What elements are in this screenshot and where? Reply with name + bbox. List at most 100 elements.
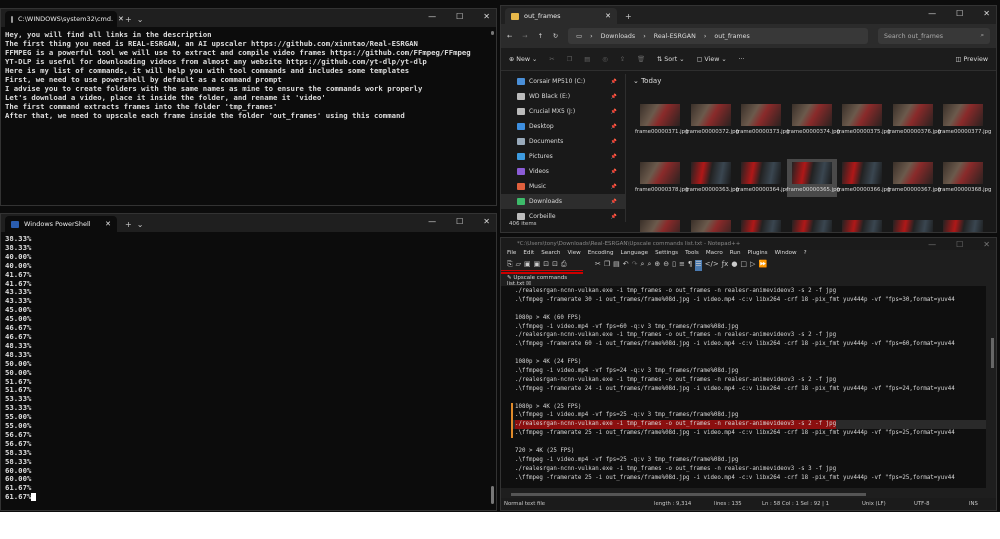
file-item[interactable]: frame00000376.jpg xyxy=(888,104,941,136)
sidebar-item[interactable]: Crucial MX5 (J:) 📌 xyxy=(501,104,625,119)
sidebar-item[interactable]: Documents 📌 xyxy=(501,134,625,149)
delete-icon[interactable]: 🗑 xyxy=(637,55,645,63)
close-button[interactable]: ✕ xyxy=(483,217,490,226)
close-icon[interactable]: ⊡ xyxy=(543,260,549,270)
menu-item[interactable]: Macro xyxy=(706,250,723,260)
forward-icon[interactable]: → xyxy=(522,33,527,40)
function-icon[interactable]: ƒx xyxy=(722,260,729,271)
back-icon[interactable]: ← xyxy=(507,33,512,40)
pin-icon[interactable]: 📌 xyxy=(611,94,617,100)
sidebar-item[interactable]: Downloads 📌 xyxy=(501,194,625,209)
cut-icon[interactable]: ✂ xyxy=(549,56,554,63)
pin-icon[interactable]: 📌 xyxy=(611,199,617,205)
save-all-icon[interactable]: ▣ xyxy=(534,260,541,270)
search-input[interactable]: Search out_frames ⌕ xyxy=(878,28,990,44)
pin-icon[interactable]: 📌 xyxy=(611,154,617,160)
play-multiple-icon[interactable]: ⏩ xyxy=(758,260,767,271)
sidebar-item[interactable]: WD Black (E:) 📌 xyxy=(501,89,625,104)
file-item[interactable]: frame00000365.jpg xyxy=(786,159,840,197)
close-button[interactable]: ✕ xyxy=(983,9,990,18)
pin-icon[interactable]: 📌 xyxy=(611,124,617,130)
menu-item[interactable]: Run xyxy=(730,250,741,260)
close-all-icon[interactable]: ⊡ xyxy=(552,260,558,270)
minimize-button[interactable]: — xyxy=(928,240,936,249)
minimize-button[interactable]: — xyxy=(428,12,436,21)
rename-icon[interactable]: ◎ xyxy=(602,56,608,63)
file-item[interactable]: frame00000372.jpg xyxy=(686,104,739,136)
file-item[interactable]: frame00000368.jpg xyxy=(938,162,991,194)
ps-tab[interactable]: Windows PowerShell ✕ xyxy=(5,216,117,232)
paste-icon[interactable]: ▤ xyxy=(613,260,620,271)
menu-item[interactable]: ? xyxy=(804,250,807,260)
menu-item[interactable]: Language xyxy=(621,250,649,260)
maximize-button[interactable]: ☐ xyxy=(956,240,963,249)
close-button[interactable]: ✕ xyxy=(983,240,990,249)
paste-icon[interactable]: ▤ xyxy=(584,56,590,63)
close-button[interactable]: ✕ xyxy=(483,12,490,21)
file-item[interactable]: frame00000371.jpg xyxy=(635,104,688,136)
file-item[interactable]: frame00000364.jpg xyxy=(736,162,789,194)
file-item[interactable]: frame00000378.jpg xyxy=(635,162,688,194)
menu-item[interactable]: Settings xyxy=(655,250,678,260)
editor[interactable]: ./realesrgan-ncnn-vulkan.exe -i tmp_fram… xyxy=(501,286,986,488)
stop-icon[interactable]: □ xyxy=(740,260,747,271)
menu-item[interactable]: Encoding xyxy=(588,250,614,260)
refresh-icon[interactable]: ↻ xyxy=(553,33,558,40)
group-header[interactable]: ⌄ Today xyxy=(629,74,988,88)
pin-icon[interactable]: 📌 xyxy=(611,169,617,175)
maximize-button[interactable]: ☐ xyxy=(456,12,463,21)
sidebar-item[interactable]: Desktop 📌 xyxy=(501,119,625,134)
new-tab-button[interactable]: + ⌄ xyxy=(125,220,144,229)
copy-icon[interactable]: ❐ xyxy=(567,56,573,63)
new-tab-button[interactable]: + ⌄ xyxy=(125,15,144,24)
menu-item[interactable]: View xyxy=(567,250,580,260)
find-icon[interactable]: ⌕ xyxy=(641,260,645,271)
menu-item[interactable]: Tools xyxy=(685,250,699,260)
file-item[interactable]: frame00000373.jpg xyxy=(736,104,789,136)
file-item[interactable]: frame00000377.jpg xyxy=(938,104,991,136)
minimize-button[interactable]: — xyxy=(928,9,936,18)
breadcrumb-item[interactable]: Real-ESRGAN xyxy=(654,33,696,40)
menu-item[interactable]: Plugins xyxy=(748,250,768,260)
replace-icon[interactable]: ⌕ xyxy=(647,260,651,271)
share-icon[interactable]: ⇪ xyxy=(620,56,625,63)
scrollbar[interactable] xyxy=(491,486,494,504)
close-tab-icon[interactable]: ✕ xyxy=(105,220,111,228)
play-icon[interactable]: ▷ xyxy=(750,260,755,271)
breadcrumb-item[interactable]: Downloads xyxy=(601,33,636,40)
file-item[interactable]: frame00000367.jpg xyxy=(888,162,941,194)
pin-icon[interactable]: 📌 xyxy=(611,109,617,115)
powershell-output[interactable]: 38.33% 38.33% 40.00% 40.00% 41.67% 41.67% 43.3… xyxy=(1,232,496,505)
sidebar-item[interactable]: Videos 📌 xyxy=(501,164,625,179)
pin-icon[interactable]: 📌 xyxy=(611,139,617,145)
copy-icon[interactable]: ❐ xyxy=(604,260,610,271)
open-icon[interactable]: ▱ xyxy=(516,260,521,270)
wrap-icon[interactable]: ≡ xyxy=(679,260,685,271)
sidebar-item[interactable]: Music 📌 xyxy=(501,179,625,194)
cmd-tab[interactable]: C:\WINDOWS\system32\cmd. ✕ xyxy=(5,11,124,27)
new-file-icon[interactable]: ⎘ xyxy=(507,260,513,270)
explorer-tab[interactable]: out_frames ✕ xyxy=(505,8,617,24)
zoom-in-icon[interactable]: ⊕ xyxy=(654,260,660,271)
cmd-output[interactable]: Hey, you will find all links in the desc… xyxy=(1,27,496,123)
print-icon[interactable]: ⎙ xyxy=(561,260,567,270)
menu-item[interactable]: Window xyxy=(775,250,797,260)
breadcrumb[interactable]: ▭ › Downloads › Real-ESRGAN › out_frames xyxy=(568,28,868,44)
sidebar-item[interactable]: Pictures 📌 xyxy=(501,149,625,164)
horizontal-scrollbar[interactable] xyxy=(511,493,866,496)
zoom-out-icon[interactable]: ⊖ xyxy=(663,260,669,271)
file-item[interactable]: frame00000374.jpg xyxy=(787,104,840,136)
pin-icon[interactable]: 📌 xyxy=(611,79,617,85)
maximize-button[interactable]: ☐ xyxy=(956,9,963,18)
scrollbar[interactable] xyxy=(491,31,494,35)
undo-icon[interactable]: ↶ xyxy=(623,260,629,271)
up-icon[interactable]: ↑ xyxy=(538,33,543,40)
file-tab[interactable]: ✎ Upscale commands list.txt ☒ xyxy=(501,272,583,287)
more-button[interactable]: ··· xyxy=(739,56,745,63)
indent-guide-icon[interactable]: ☰ xyxy=(695,260,702,271)
redo-icon[interactable]: ↷ xyxy=(632,260,638,271)
new-tab-button[interactable]: + xyxy=(625,12,632,21)
file-item[interactable]: frame00000363.jpg xyxy=(686,162,739,194)
vertical-scrollbar[interactable] xyxy=(991,338,994,368)
maximize-button[interactable]: ☐ xyxy=(456,217,463,226)
